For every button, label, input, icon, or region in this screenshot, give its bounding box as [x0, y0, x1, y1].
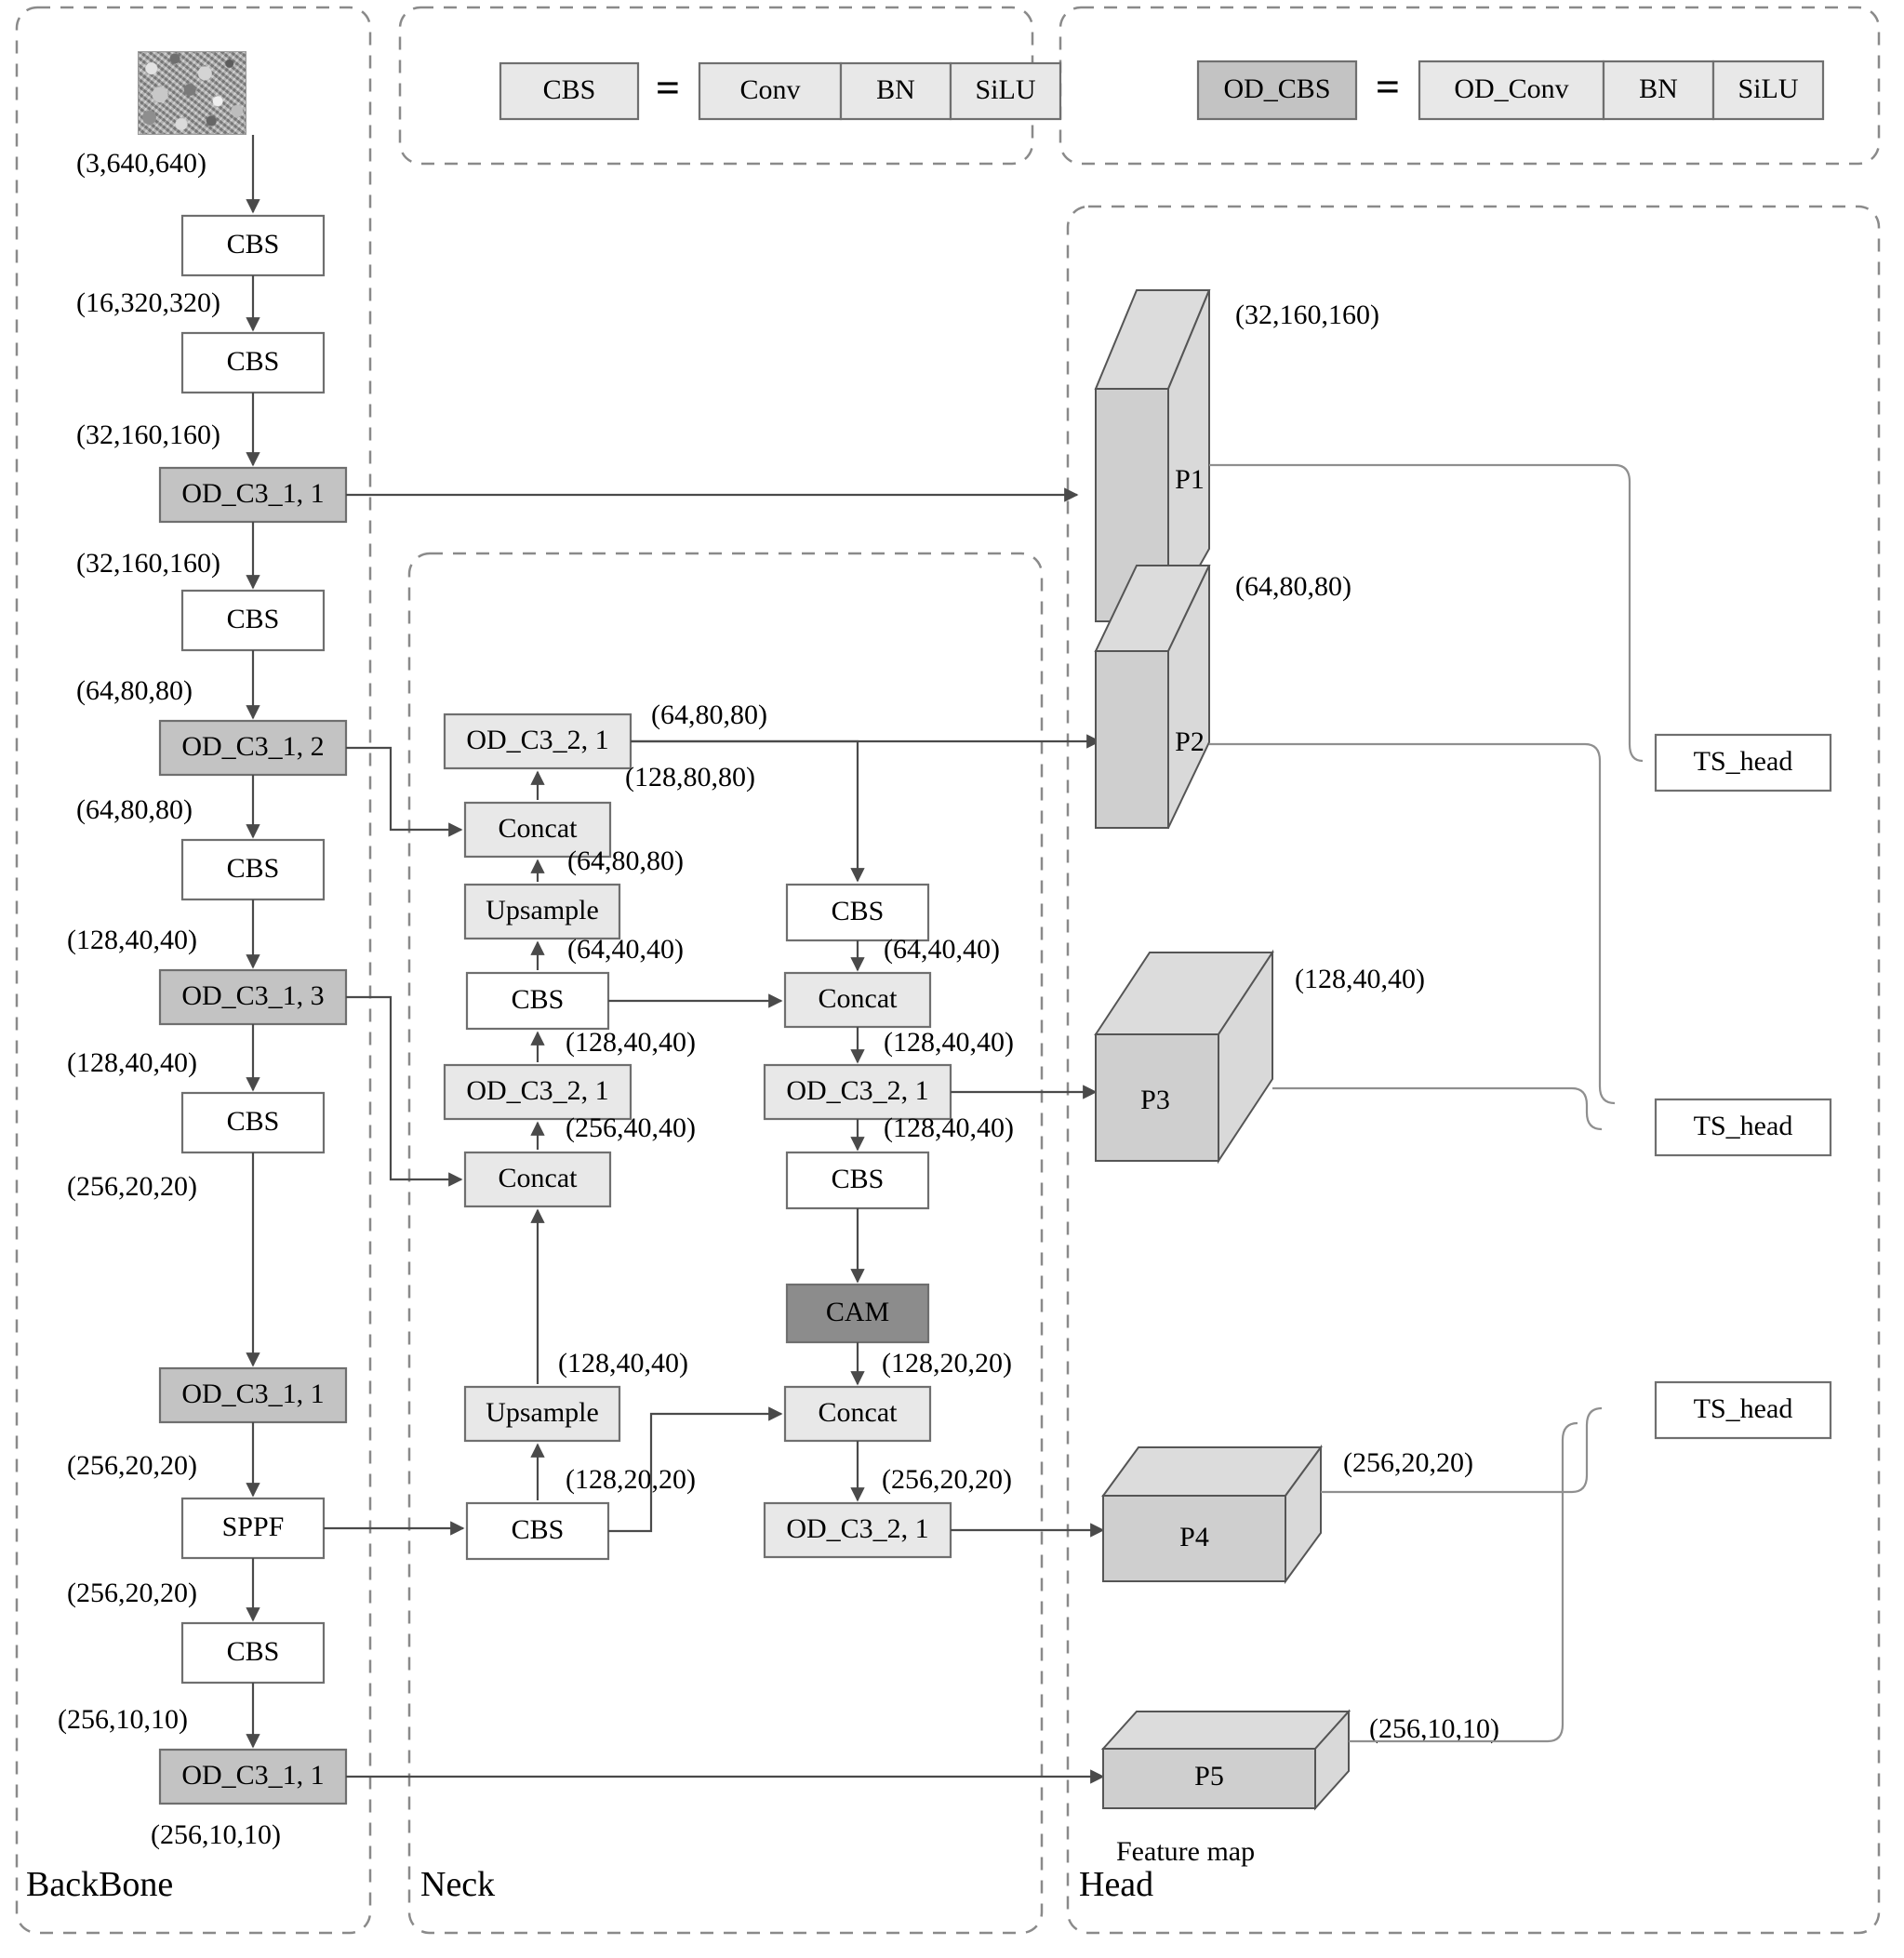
feature-map-p2-dim: (64,80,80)	[1235, 571, 1351, 602]
node-neck-concat-r1-label: Concat	[819, 983, 899, 1014]
feature-map-p3-dim: (128,40,40)	[1295, 964, 1425, 994]
dim-neck-odc3-2-top-out: (64,80,80)	[651, 699, 767, 730]
node-backbone-odc3-3-label: OD_C3_1, 3	[181, 980, 324, 1011]
node-backbone-odc3-2-label: OD_C3_1, 2	[181, 731, 324, 762]
legend-odcbs-part-silu-label: SiLU	[1738, 73, 1798, 104]
legend-odcbs-equals: =	[1376, 63, 1400, 111]
dim-neck-concat-mid-out: (256,40,40)	[566, 1112, 696, 1143]
node-neck-cbs-r2-label: CBS	[832, 1164, 885, 1194]
legend-odcbs-part-odconv-label: OD_Conv	[1454, 73, 1568, 104]
dim-256-20-20-a: (256,20,20)	[67, 1171, 197, 1202]
dim-neck-concat-r2-out: (256,20,20)	[882, 1464, 1012, 1495]
feature-map-p3	[1094, 949, 1274, 1165]
node-backbone-odc3-4-label: OD_C3_1, 1	[181, 1379, 324, 1409]
dim-input: (3,640,640)	[76, 148, 206, 179]
ts-head-box-3-label: TS_head	[1694, 1393, 1793, 1424]
dim-neck-concat-top-out: (128,80,80)	[625, 762, 755, 793]
dim-neck-upsample-top-out: (64,80,80)	[567, 846, 684, 876]
node-neck-upsample-bot-label: Upsample	[486, 1397, 599, 1428]
node-backbone-cbs-5-label: CBS	[227, 1106, 280, 1137]
node-backbone-odc3-1-label: OD_C3_1, 1	[181, 478, 324, 509]
dim-neck-cam-out: (128,20,20)	[882, 1348, 1012, 1379]
dim-neck-odc3-2-r1-out: (128,40,40)	[884, 1112, 1014, 1143]
node-backbone-cbs-2-label: CBS	[227, 346, 280, 377]
feature-map-p2-label: P2	[1175, 726, 1205, 757]
node-neck-concat-top-label: Concat	[499, 813, 579, 844]
node-neck-cbs-mid-label: CBS	[512, 984, 565, 1015]
feature-map-p1-label: P1	[1175, 464, 1205, 495]
dim-neck-concat-r1-out: (128,40,40)	[884, 1027, 1014, 1058]
connector-p1-to-ts1	[1209, 463, 1644, 763]
node-neck-odc3-2-r1-label: OD_C3_2, 1	[786, 1075, 928, 1106]
dim-32-160-160-b: (32,160,160)	[76, 548, 220, 579]
dim-neck-odc3-2-mid-out: (128,40,40)	[566, 1027, 696, 1058]
dim-128-40-40-a: (128,40,40)	[67, 925, 197, 955]
feature-map-p4-dim: (256,20,20)	[1343, 1447, 1473, 1478]
feature-map-p5	[1100, 1709, 1351, 1811]
feature-map-p4-label: P4	[1179, 1522, 1209, 1552]
dim-256-20-20-b: (256,20,20)	[67, 1450, 197, 1481]
node-neck-odc3-2-top-label: OD_C3_2, 1	[466, 725, 608, 755]
dim-256-20-20-c: (256,20,20)	[67, 1578, 197, 1608]
legend-cbs-part-bn-label: BN	[876, 74, 915, 105]
dim-16-320-320: (16,320,320)	[76, 287, 220, 318]
ts-head-box-1-label: TS_head	[1694, 746, 1793, 777]
connector-p3-to-ts2	[1272, 1086, 1603, 1131]
ts-head-box-2-label: TS_head	[1694, 1111, 1793, 1141]
node-backbone-odc3-5-label: OD_C3_1, 1	[181, 1760, 324, 1791]
dim-256-10-10-b: (256,10,10)	[151, 1819, 281, 1850]
node-backbone-sppf-label: SPPF	[222, 1512, 285, 1542]
dim-256-10-10-a: (256,10,10)	[58, 1704, 188, 1735]
feature-map-p4	[1101, 1444, 1323, 1585]
dim-neck-cbs-r1-out: (64,40,40)	[884, 934, 1000, 965]
node-neck-concat-r2-label: Concat	[819, 1397, 899, 1428]
node-backbone-cbs-1-label: CBS	[227, 229, 280, 260]
node-neck-cbs-r1-label: CBS	[832, 896, 885, 926]
node-neck-cam-label: CAM	[826, 1297, 889, 1327]
feature-map-p3-label: P3	[1140, 1085, 1170, 1115]
feature-map-p5-label: P5	[1194, 1761, 1224, 1792]
dim-64-80-80-b: (64,80,80)	[76, 794, 193, 825]
node-neck-odc3-2-mid-label: OD_C3_2, 1	[466, 1075, 608, 1106]
diagram-root: BackBone Neck Head CBS = Conv BN SiLU OD…	[0, 0, 1904, 1958]
legend-cbs-part-silu-label: SiLU	[975, 74, 1035, 105]
node-neck-cbs-bot-label: CBS	[512, 1514, 565, 1545]
node-backbone-cbs-3-label: CBS	[227, 604, 280, 634]
dim-32-160-160-a: (32,160,160)	[76, 420, 220, 450]
legend-cbs-part-conv-label: Conv	[739, 74, 800, 105]
feature-map-caption: Feature map	[1116, 1836, 1255, 1867]
node-backbone-cbs-4-label: CBS	[227, 853, 280, 884]
node-neck-concat-mid-label: Concat	[499, 1163, 579, 1193]
legend-cbs-equals: =	[656, 64, 680, 112]
dim-neck-cbs-bot-out: (128,20,20)	[566, 1464, 696, 1495]
legend-odcbs-label: OD_CBS	[1223, 73, 1330, 104]
feature-map-p5-dim: (256,10,10)	[1369, 1713, 1499, 1744]
node-neck-odc3-2-r2-label: OD_C3_2, 1	[786, 1513, 928, 1544]
legend-cbs-label: CBS	[543, 74, 596, 105]
dim-64-80-80-a: (64,80,80)	[76, 675, 193, 706]
legend-odcbs-part-bn-label: BN	[1639, 73, 1678, 104]
node-backbone-cbs-6-label: CBS	[227, 1636, 280, 1667]
section-label-backbone: BackBone	[26, 1865, 173, 1904]
node-neck-upsample-top-label: Upsample	[486, 895, 599, 926]
feature-map-p1-dim: (32,160,160)	[1235, 300, 1379, 330]
dim-neck-upsample-bot-out: (128,40,40)	[558, 1348, 688, 1379]
dim-128-40-40-b: (128,40,40)	[67, 1047, 197, 1078]
section-label-neck: Neck	[420, 1865, 495, 1904]
dim-neck-cbs-mid-out: (64,40,40)	[567, 934, 684, 965]
section-label-head: Head	[1079, 1865, 1153, 1904]
